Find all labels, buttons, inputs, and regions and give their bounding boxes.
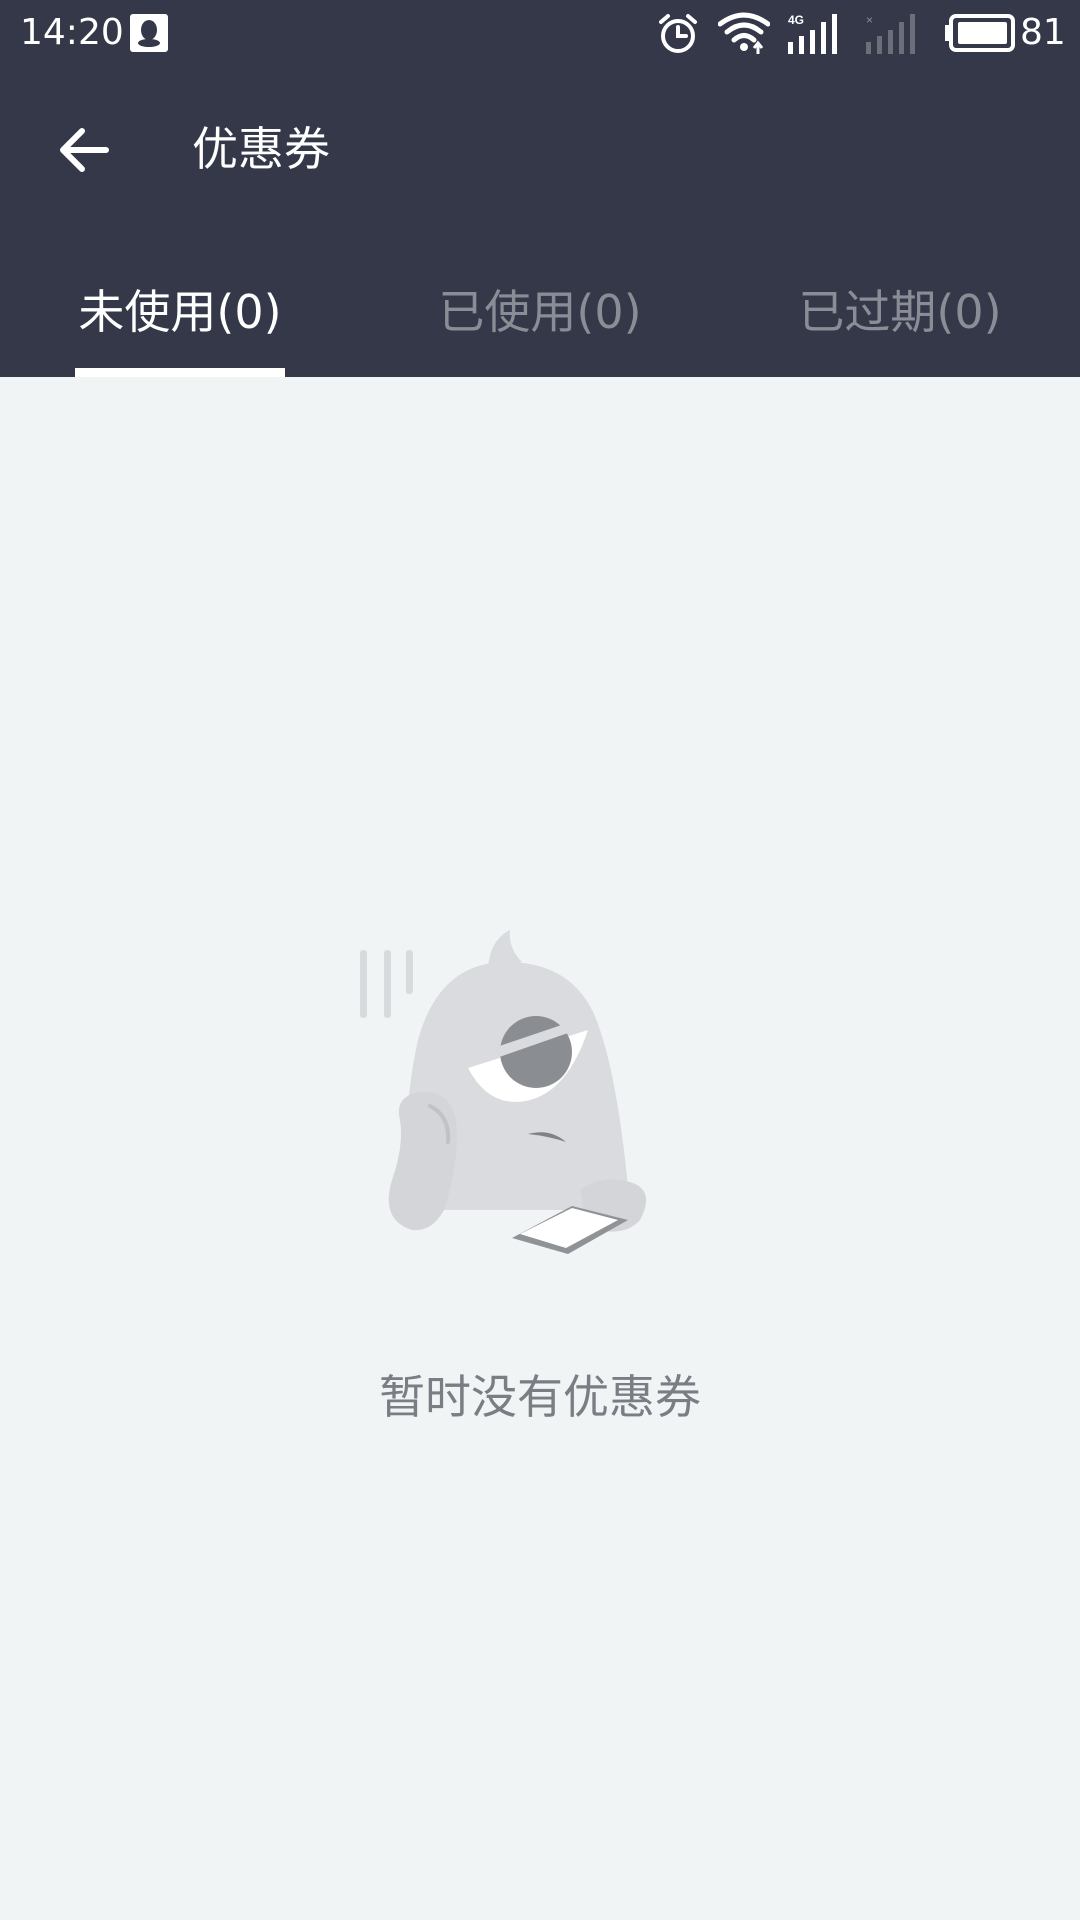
signal-4g-icon: 4G [788, 13, 837, 54]
page-title: 优惠券 [192, 122, 330, 176]
tab-expired[interactable]: 已过期(0) [780, 272, 1020, 352]
arrow-left-icon [60, 128, 109, 172]
header: 14:20 4G × 81 优惠券 未使用(0) 已使用(0) 已过期(0) [0, 0, 1080, 377]
empty-message: 暂时没有优惠券 [379, 1370, 701, 1424]
back-button[interactable] [44, 110, 124, 190]
bored-monster-illustration [360, 930, 647, 1254]
tab-unused[interactable]: 未使用(0) [60, 272, 300, 352]
svg-text:4G: 4G [788, 13, 804, 27]
status-time: 14:20 [20, 12, 124, 53]
tab-indicator [75, 368, 285, 377]
battery-icon [945, 14, 1015, 52]
wifi-icon [718, 12, 770, 54]
svg-text:×: × [866, 13, 873, 27]
signal-no-sim-icon: × [866, 13, 915, 54]
qq-icon [130, 14, 168, 52]
tab-used[interactable]: 已使用(0) [420, 272, 660, 352]
alarm-icon [659, 14, 697, 53]
battery-level: 81 [1020, 12, 1066, 53]
status-bar: 14:20 4G × 81 [0, 0, 1080, 66]
tab-bar: 未使用(0) 已使用(0) 已过期(0) [0, 262, 1080, 377]
